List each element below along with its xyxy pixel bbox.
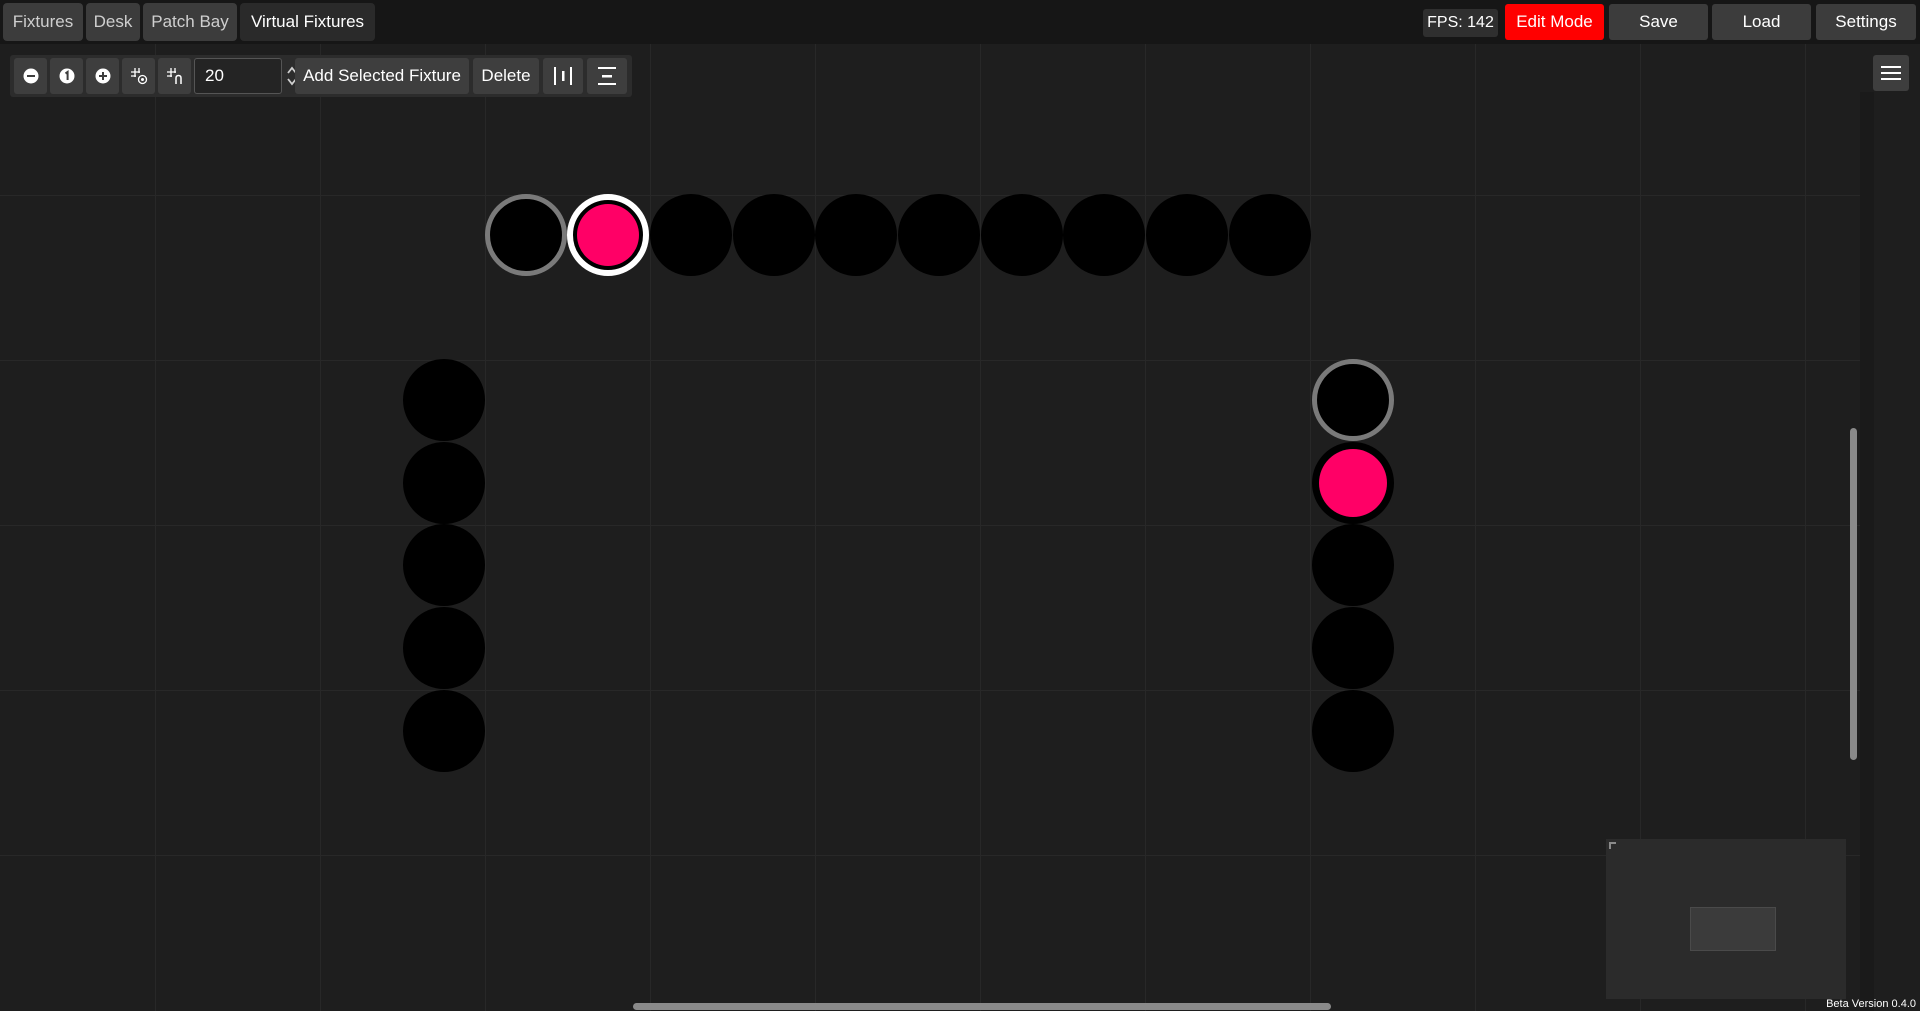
tab-patch-bay[interactable]: Patch Bay [143,3,237,41]
fixture-right-5[interactable] [1312,690,1394,772]
fps-counter: FPS: 142 [1423,9,1498,37]
fixture-right-4[interactable] [1312,607,1394,689]
distribute-horizontal-icon [554,67,572,85]
vertical-scrollbar-track[interactable] [1860,92,1874,1011]
fixture-right-1[interactable] [1312,359,1394,441]
distribute-vertical-icon [598,67,616,85]
fixture-left-3[interactable] [403,524,485,606]
horizontal-scrollbar-thumb[interactable] [633,1003,1331,1010]
fixture-top-3[interactable] [650,194,732,276]
fixture-canvas[interactable] [0,44,1860,1011]
one-circle-icon [59,68,74,84]
distribute-vertical-button[interactable] [587,58,627,94]
minimap-resize-corner-icon[interactable] [1609,842,1616,849]
fixture-top-9[interactable] [1146,194,1228,276]
fixture-top-4[interactable] [733,194,815,276]
fixture-left-1[interactable] [403,359,485,441]
fixture-top-5[interactable] [815,194,897,276]
fixture-top-7[interactable] [981,194,1063,276]
hamburger-menu-icon [1881,66,1901,80]
fixture-top-6[interactable] [898,194,980,276]
load-button[interactable]: Load [1712,4,1811,40]
fixture-led [577,204,639,266]
tab-desk[interactable]: Desk [86,3,140,41]
distribute-horizontal-button[interactable] [543,58,583,94]
fixture-led [1319,449,1387,517]
edit-mode-button[interactable]: Edit Mode [1505,4,1604,40]
fixture-top-8[interactable] [1063,194,1145,276]
plus-circle-icon [95,68,110,84]
grid-size-button[interactable] [158,58,191,94]
side-menu-button[interactable] [1873,55,1909,91]
save-button[interactable]: Save [1609,4,1708,40]
fixture-right-3[interactable] [1312,524,1394,606]
fixture-left-4[interactable] [403,607,485,689]
zoom-out-button[interactable] [14,58,47,94]
top-bar: Fixtures Desk Patch Bay Virtual Fixtures… [0,0,1920,44]
grid-size-input[interactable] [194,58,282,94]
minimap-viewport[interactable] [1690,907,1776,951]
zoom-reset-button[interactable] [50,58,83,94]
fixture-left-2[interactable] [403,442,485,524]
fixture-top-2[interactable] [567,194,649,276]
fixture-left-5[interactable] [403,690,485,772]
add-selected-fixture-button[interactable]: Add Selected Fixture [295,58,469,94]
fixture-top-10[interactable] [1229,194,1311,276]
fixture-top-1[interactable] [485,194,567,276]
settings-button[interactable]: Settings [1816,4,1916,40]
zoom-in-button[interactable] [86,58,119,94]
minus-circle-icon [23,68,38,84]
minimap[interactable] [1606,839,1846,999]
version-label: Beta Version 0.4.0 [1826,998,1916,1010]
vertical-scrollbar-thumb[interactable] [1850,428,1857,760]
editor-toolbar: Add Selected Fixture Delete [10,55,632,97]
tab-fixtures[interactable]: Fixtures [3,3,83,41]
grid-size-icon [166,68,182,84]
grid-snap-icon [130,68,147,85]
delete-button[interactable]: Delete [473,58,539,94]
grid-snap-button[interactable] [122,58,155,94]
fixture-right-2[interactable] [1312,442,1394,524]
tab-virtual-fixtures[interactable]: Virtual Fixtures [240,3,375,41]
